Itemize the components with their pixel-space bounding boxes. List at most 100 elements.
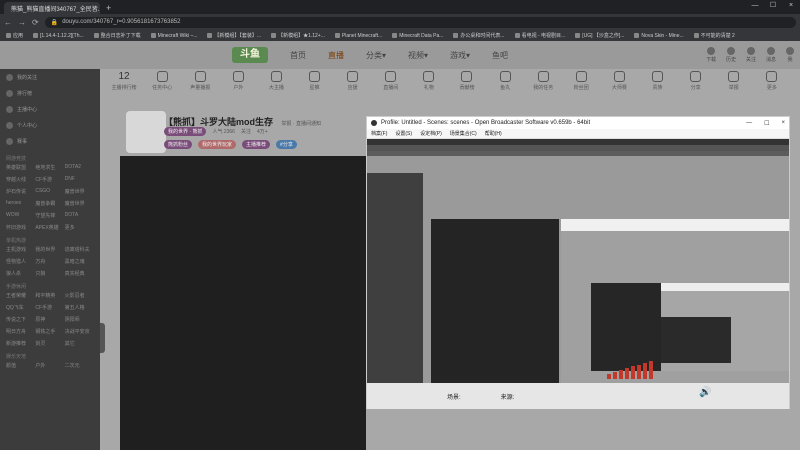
obs-menu-item[interactable]: 帮助(H) <box>485 130 502 137</box>
room-toolbar-item[interactable]: 贡献榜 <box>453 71 481 111</box>
sidebar-category-link[interactable]: 新游推荐 <box>6 340 35 347</box>
sidebar-category-link[interactable]: 真实经典 <box>65 270 94 277</box>
sidebar-category-link[interactable]: 火影忍者 <box>65 292 94 299</box>
forward-button[interactable]: → <box>18 18 26 27</box>
sidebar-category-link[interactable]: APEX英雄 <box>35 224 64 231</box>
room-toolbar-item[interactable]: 分享 <box>682 71 710 111</box>
sidebar-item[interactable]: 我的关注 <box>0 69 100 85</box>
sidebar-category-link[interactable]: 逃离塔科夫 <box>65 246 94 253</box>
header-action-item[interactable]: 下载 <box>706 47 716 63</box>
sidebar-item[interactable]: 主播中心 <box>0 101 100 117</box>
sidebar-category-link[interactable]: 穿越火线 <box>6 176 35 183</box>
obs-menu-item[interactable]: 档案(F) <box>371 130 387 137</box>
sidebar-category-link[interactable]: CF手游 <box>35 176 64 183</box>
sidebar-category-link[interactable]: 二次元 <box>65 362 94 369</box>
sidebar-category-link[interactable]: heroes <box>6 200 35 207</box>
sidebar-category-link[interactable]: 只狼 <box>35 270 64 277</box>
video-player[interactable] <box>120 156 366 450</box>
room-toolbar-item[interactable]: 粉丝团 <box>567 71 595 111</box>
stream-tag[interactable]: #分享 <box>276 140 297 149</box>
site-nav-item[interactable]: 游戏▾ <box>450 50 470 61</box>
bookmark-item[interactable]: 整合日志补丁下载 <box>93 32 141 39</box>
stream-meta-item[interactable]: 关注 <box>241 128 251 135</box>
sidebar-category-link[interactable]: DNF <box>65 176 94 183</box>
room-toolbar-item[interactable]: 声量播报 <box>186 71 214 111</box>
bookmark-item[interactable]: 办公桌和时间代表... <box>453 32 505 39</box>
sidebar-category-link[interactable]: 决战平安京 <box>65 328 94 335</box>
stream-tag[interactable]: 我的世界玩家 <box>198 140 237 149</box>
bookmark-item[interactable]: 不可能的清楚 2 <box>693 32 735 39</box>
room-toolbar-item[interactable]: 贵族 <box>644 71 672 111</box>
room-toolbar-item[interactable]: 直播间 <box>377 71 405 111</box>
site-logo[interactable]: 斗鱼 <box>232 47 268 63</box>
bookmark-item[interactable]: [1.14.4-1.12.2][Th... <box>33 33 84 39</box>
maximize-button[interactable]: ☐ <box>764 0 782 12</box>
speaker-icon[interactable]: 🔊 <box>699 387 711 398</box>
sidebar-category-link[interactable]: DOTA <box>65 212 94 219</box>
browser-tab[interactable]: 熊猫_熊猫直播间340767_全民皆... × <box>4 2 100 14</box>
bookmark-item[interactable]: 【新模组】【套装】... <box>207 32 261 39</box>
sidebar-category-link[interactable]: 传说之下 <box>6 316 35 323</box>
bookmark-item[interactable]: [UG] 【沙盒之作]... <box>575 32 624 39</box>
sidebar-category-link[interactable]: CF手游 <box>35 304 64 311</box>
bookmark-item[interactable]: Nova Skin - Mine... <box>634 33 684 39</box>
room-toolbar-item[interactable]: 星推 <box>301 71 329 111</box>
sidebar-category-link[interactable]: 英雄联盟 <box>6 164 35 171</box>
sidebar-item[interactable]: 排行榜 <box>0 85 100 101</box>
url-input[interactable]: 🔒 douyu.com/340767_r=0.9056181673763852 <box>44 16 796 28</box>
room-toolbar-item[interactable]: 大主播 <box>262 71 290 111</box>
site-nav-item[interactable]: 直播 <box>328 50 344 61</box>
sidebar-category-link[interactable]: 魔兽争霸 <box>35 200 64 207</box>
sidebar-category-link[interactable]: 原神 <box>35 316 64 323</box>
header-action-item[interactable]: 关注 <box>746 47 756 63</box>
bookmark-item[interactable]: Planet Minecraft... <box>334 33 382 39</box>
sidebar-collapse-handle[interactable] <box>100 323 105 353</box>
obs-menu-item[interactable]: 场景集合(C) <box>450 130 477 137</box>
close-window-button[interactable]: × <box>782 0 800 12</box>
sidebar-category-link[interactable]: 第五人格 <box>65 304 94 311</box>
sidebar-category-link[interactable]: 剑灵 <box>35 340 64 347</box>
header-action-item[interactable]: 我 <box>786 47 794 63</box>
room-toolbar-item[interactable]: 12 主播排行榜 <box>110 71 138 111</box>
bookmark-item[interactable]: 看电视 - 电视剧目... <box>514 32 565 39</box>
room-toolbar-item[interactable]: 任务中心 <box>148 71 176 111</box>
room-toolbar-item[interactable]: 大师赛 <box>605 71 633 111</box>
sidebar-category-link[interactable]: 方舟 <box>35 258 64 265</box>
sidebar-category-link[interactable]: DOTA2 <box>65 164 94 171</box>
sidebar-category-link[interactable]: CSGO <box>35 188 64 195</box>
obs-menu-item[interactable]: 设定档(P) <box>420 130 442 137</box>
room-toolbar-item[interactable]: 应援 <box>339 71 367 111</box>
room-toolbar-item[interactable]: 鱼丸 <box>491 71 519 111</box>
header-action-item[interactable]: 历史 <box>726 47 736 63</box>
obs-minimize-button[interactable]: — <box>746 120 752 127</box>
sidebar-category-link[interactable]: 我的世界 <box>35 246 64 253</box>
sidebar-category-link[interactable]: 更多 <box>65 224 94 231</box>
sidebar-category-link[interactable]: 其它 <box>65 340 94 347</box>
header-action-item[interactable]: 消息 <box>766 47 776 63</box>
sidebar-category-link[interactable]: 魔兽世界 <box>65 200 94 207</box>
sidebar-category-link[interactable]: 主机游戏 <box>6 246 35 253</box>
sidebar-category-link[interactable]: 绝地求生 <box>35 164 64 171</box>
sidebar-category-link[interactable]: 狼人杀 <box>6 270 35 277</box>
obs-close-button[interactable]: × <box>781 120 785 127</box>
sidebar-category-link[interactable]: 颜值 <box>6 362 35 369</box>
reload-button[interactable]: ⟳ <box>32 18 39 27</box>
sidebar-item[interactable]: 个人中心 <box>0 117 100 133</box>
obs-maximize-button[interactable]: ☐ <box>764 120 769 127</box>
new-tab-button[interactable]: + <box>106 2 111 14</box>
room-toolbar-item[interactable]: 举报 <box>720 71 748 111</box>
room-toolbar-item[interactable]: 更多 <box>758 71 786 111</box>
sidebar-category-link[interactable]: 户外 <box>35 362 64 369</box>
sidebar-category-link[interactable]: 守望先锋 <box>35 212 64 219</box>
site-nav-item[interactable]: 鱼吧 <box>492 50 508 61</box>
bookmark-item[interactable]: Minecraft Wiki –... <box>150 33 197 39</box>
site-nav-item[interactable]: 首页 <box>290 50 306 61</box>
streamer-avatar[interactable] <box>126 111 166 153</box>
site-nav-item[interactable]: 分类▾ <box>366 50 386 61</box>
bookmark-item[interactable]: Minecraft Data Pa... <box>392 33 443 39</box>
sidebar-category-link[interactable]: 魔兽世界 <box>65 188 94 195</box>
room-toolbar-item[interactable]: 礼物 <box>415 71 443 111</box>
sidebar-category-link[interactable]: 怀旧游戏 <box>6 224 35 231</box>
back-button[interactable]: ← <box>4 18 12 27</box>
bookmark-item[interactable]: 应用 <box>6 32 23 39</box>
